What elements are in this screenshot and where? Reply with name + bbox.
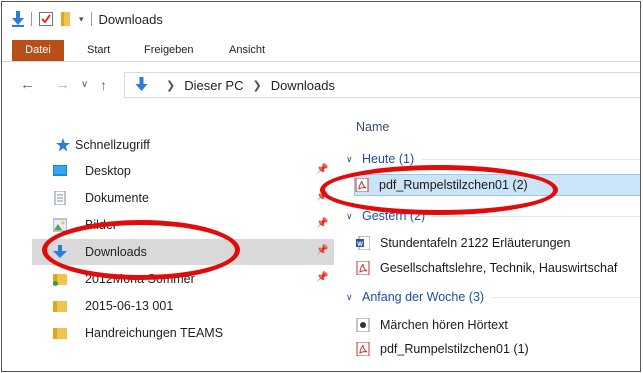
group-header-anfang-der-woche[interactable]: ∨ Anfang der Woche (3)	[346, 290, 640, 304]
title-bar: ▾ Downloads	[2, 2, 640, 36]
pin-icon[interactable]: 📌	[316, 272, 328, 284]
window-title: Downloads	[98, 11, 163, 27]
group-divider	[492, 296, 640, 298]
properties-checkbox-icon[interactable]	[39, 12, 53, 26]
star-icon	[56, 138, 70, 152]
pin-icon[interactable]: 📌	[316, 218, 328, 230]
tab-freigeben[interactable]: Freigeben	[144, 40, 194, 61]
nav-item-schnellzugriff[interactable]: Schnellzugriff	[32, 132, 334, 158]
pdf-icon	[356, 342, 370, 356]
folder-icon	[53, 328, 67, 339]
recent-locations-chevron-icon[interactable]: ∨	[81, 68, 88, 102]
up-arrow-icon[interactable]: ↑	[100, 68, 107, 102]
ribbon-tabs: Datei Start Freigeben Ansicht	[2, 40, 640, 62]
download-arrow-icon[interactable]	[12, 11, 24, 27]
audio-file-icon	[356, 318, 370, 332]
nav-item-dokumente[interactable]: Dokumente 📌	[32, 185, 334, 211]
tab-datei[interactable]: Datei	[12, 40, 64, 61]
file-list: Name ∨ Heute (1) pdf_Rumpelstilzchen01 (…	[342, 102, 640, 371]
forward-arrow-icon[interactable]: →	[55, 68, 70, 102]
file-name: Gesellschaftslehre, Technik, Hauswirtsch…	[380, 261, 618, 275]
nav-item-handreichungen-teams[interactable]: Handreichungen TEAMS	[32, 320, 334, 346]
file-row[interactable]: pdf_Rumpelstilzchen01 (1)	[356, 338, 640, 360]
collapse-chevron-icon[interactable]: ∨	[346, 154, 356, 165]
pin-icon[interactable]: 📌	[316, 164, 328, 176]
tab-ansicht[interactable]: Ansicht	[229, 40, 265, 61]
toolbar-separator	[31, 12, 32, 26]
downloads-location-icon	[135, 77, 148, 91]
nav-item-2015-06-13-001[interactable]: 2015-06-13 001	[32, 293, 334, 319]
pdf-icon	[356, 261, 370, 275]
tab-start[interactable]: Start	[87, 40, 110, 61]
group-divider	[422, 158, 640, 160]
navigation-bar: ← → ∨ ↑ ❯ Dieser PC ❯ Downloads	[2, 68, 640, 102]
file-name: pdf_Rumpelstilzchen01 (1)	[380, 342, 529, 356]
file-row[interactable]: W Stundentafeln 2122 Erläuterungen	[356, 232, 640, 254]
annotation-ellipse-pdf-file	[320, 165, 558, 215]
nav-item-label: Handreichungen TEAMS	[85, 326, 224, 340]
group-header-heute[interactable]: ∨ Heute (1)	[346, 152, 640, 166]
breadcrumb-chevron-icon[interactable]: ❯	[166, 79, 175, 92]
folder-icon	[53, 301, 67, 312]
file-name: Stundentafeln 2122 Erläuterungen	[380, 236, 571, 250]
nav-item-label: Dokumente	[85, 191, 149, 205]
svg-text:W: W	[357, 242, 363, 248]
nav-item-label: 2015-06-13 001	[85, 299, 174, 313]
nav-item-label: Schnellzugriff	[75, 138, 150, 152]
breadcrumb-dieser-pc[interactable]: Dieser PC	[184, 78, 243, 93]
group-label: Anfang der Woche (3)	[362, 290, 485, 304]
breadcrumb-downloads[interactable]: Downloads	[271, 78, 335, 93]
pin-icon[interactable]: 📌	[316, 245, 328, 257]
file-row[interactable]: Gesellschaftslehre, Technik, Hauswirtsch…	[356, 257, 640, 279]
new-folder-icon[interactable]	[61, 12, 70, 26]
explorer-window: ▾ Downloads Datei Start Freigeben Ansich…	[1, 1, 641, 372]
nav-item-label: Desktop	[85, 164, 131, 178]
breadcrumb-chevron-icon[interactable]: ❯	[252, 79, 261, 92]
address-bar[interactable]: ❯ Dieser PC ❯ Downloads	[124, 72, 640, 98]
file-row[interactable]: Märchen hören Hörtext	[356, 314, 640, 336]
nav-item-desktop[interactable]: Desktop 📌	[32, 158, 334, 184]
column-header-name[interactable]: Name	[356, 120, 389, 134]
collapse-chevron-icon[interactable]: ∨	[346, 211, 356, 222]
file-name: Märchen hören Hörtext	[380, 318, 508, 332]
back-arrow-icon[interactable]: ←	[20, 68, 35, 102]
group-divider	[433, 215, 640, 217]
folder-icon	[53, 274, 67, 286]
annotation-ellipse-downloads	[42, 220, 240, 280]
desktop-icon	[53, 165, 67, 176]
customize-toolbar-chevron-icon[interactable]: ▾	[79, 14, 84, 25]
quick-access-toolbar: ▾	[12, 11, 99, 27]
collapse-chevron-icon[interactable]: ∨	[346, 292, 356, 303]
documents-icon	[54, 191, 66, 205]
toolbar-separator	[90, 12, 92, 26]
group-label: Heute (1)	[362, 152, 415, 166]
word-icon: W	[356, 236, 370, 250]
